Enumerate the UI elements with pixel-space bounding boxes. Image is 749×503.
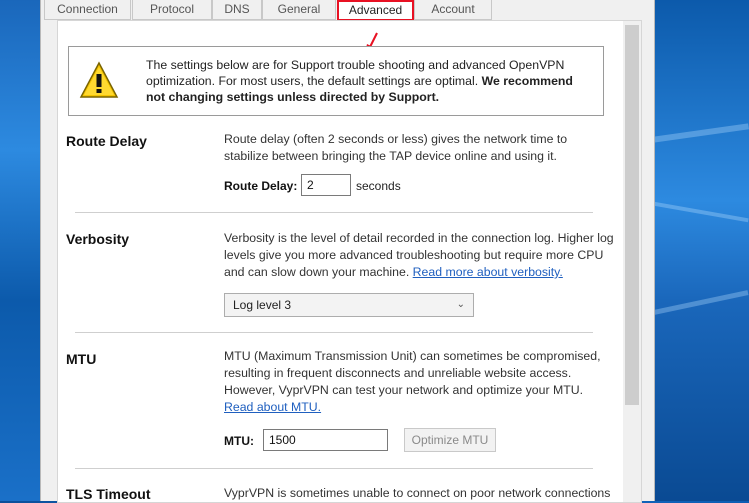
route-delay-title: Route Delay bbox=[66, 133, 147, 149]
warning-icon bbox=[79, 61, 119, 98]
light-beam bbox=[653, 290, 749, 315]
optimize-mtu-button[interactable]: Optimize MTU bbox=[404, 428, 496, 452]
warning-text: The settings below are for Support troub… bbox=[146, 57, 586, 105]
verbosity-read-more-link[interactable]: Read more about verbosity. bbox=[413, 265, 563, 279]
route-delay-label: Route Delay: bbox=[224, 179, 298, 193]
mtu-text: MTU (Maximum Transmission Unit) can some… bbox=[224, 349, 601, 397]
route-delay-unit: seconds bbox=[356, 179, 401, 193]
section-divider bbox=[75, 468, 593, 469]
light-beam bbox=[653, 123, 749, 143]
tab-account[interactable]: Account bbox=[414, 0, 492, 20]
scrollbar-thumb[interactable] bbox=[625, 25, 639, 405]
tab-protocol[interactable]: Protocol bbox=[132, 0, 212, 20]
tab-dns[interactable]: DNS bbox=[212, 0, 262, 20]
verbosity-selected-value: Log level 3 bbox=[233, 298, 292, 312]
mtu-label: MTU: bbox=[224, 434, 254, 448]
route-delay-description: Route delay (often 2 seconds or less) gi… bbox=[224, 132, 568, 163]
tab-general[interactable]: General bbox=[262, 0, 336, 20]
mtu-title: MTU bbox=[66, 351, 97, 367]
tab-connection[interactable]: Connection bbox=[44, 0, 131, 20]
mtu-read-about-link[interactable]: Read about MTU. bbox=[224, 400, 321, 414]
chevron-down-icon: ⌄ bbox=[456, 299, 465, 310]
tls-timeout-title: TLS Timeout bbox=[66, 486, 151, 502]
tls-timeout-description: VyprVPN is sometimes unable to connect o… bbox=[224, 486, 611, 500]
tab-bar: Connection Protocol DNS General Advanced… bbox=[41, 0, 654, 21]
light-beam bbox=[653, 201, 749, 223]
verbosity-title: Verbosity bbox=[66, 231, 130, 247]
section-divider bbox=[75, 332, 593, 333]
desktop-background-left bbox=[0, 0, 40, 501]
mtu-input[interactable]: 1500 bbox=[263, 429, 388, 451]
section-divider bbox=[75, 212, 593, 213]
desktop-background-right bbox=[653, 0, 749, 501]
vertical-scrollbar[interactable] bbox=[623, 21, 641, 502]
warning-box: The settings below are for Support troub… bbox=[68, 46, 604, 116]
mtu-description: MTU (Maximum Transmission Unit) can some… bbox=[224, 348, 614, 416]
tab-advanced[interactable]: Advanced bbox=[337, 0, 414, 21]
settings-window: Connection Protocol DNS General Advanced… bbox=[40, 0, 655, 503]
verbosity-select[interactable]: Log level 3 ⌄ bbox=[224, 293, 474, 317]
verbosity-description: Verbosity is the level of detail recorde… bbox=[224, 230, 614, 281]
route-delay-input[interactable]: 2 bbox=[301, 174, 351, 196]
advanced-panel: The settings below are for Support troub… bbox=[57, 20, 642, 503]
